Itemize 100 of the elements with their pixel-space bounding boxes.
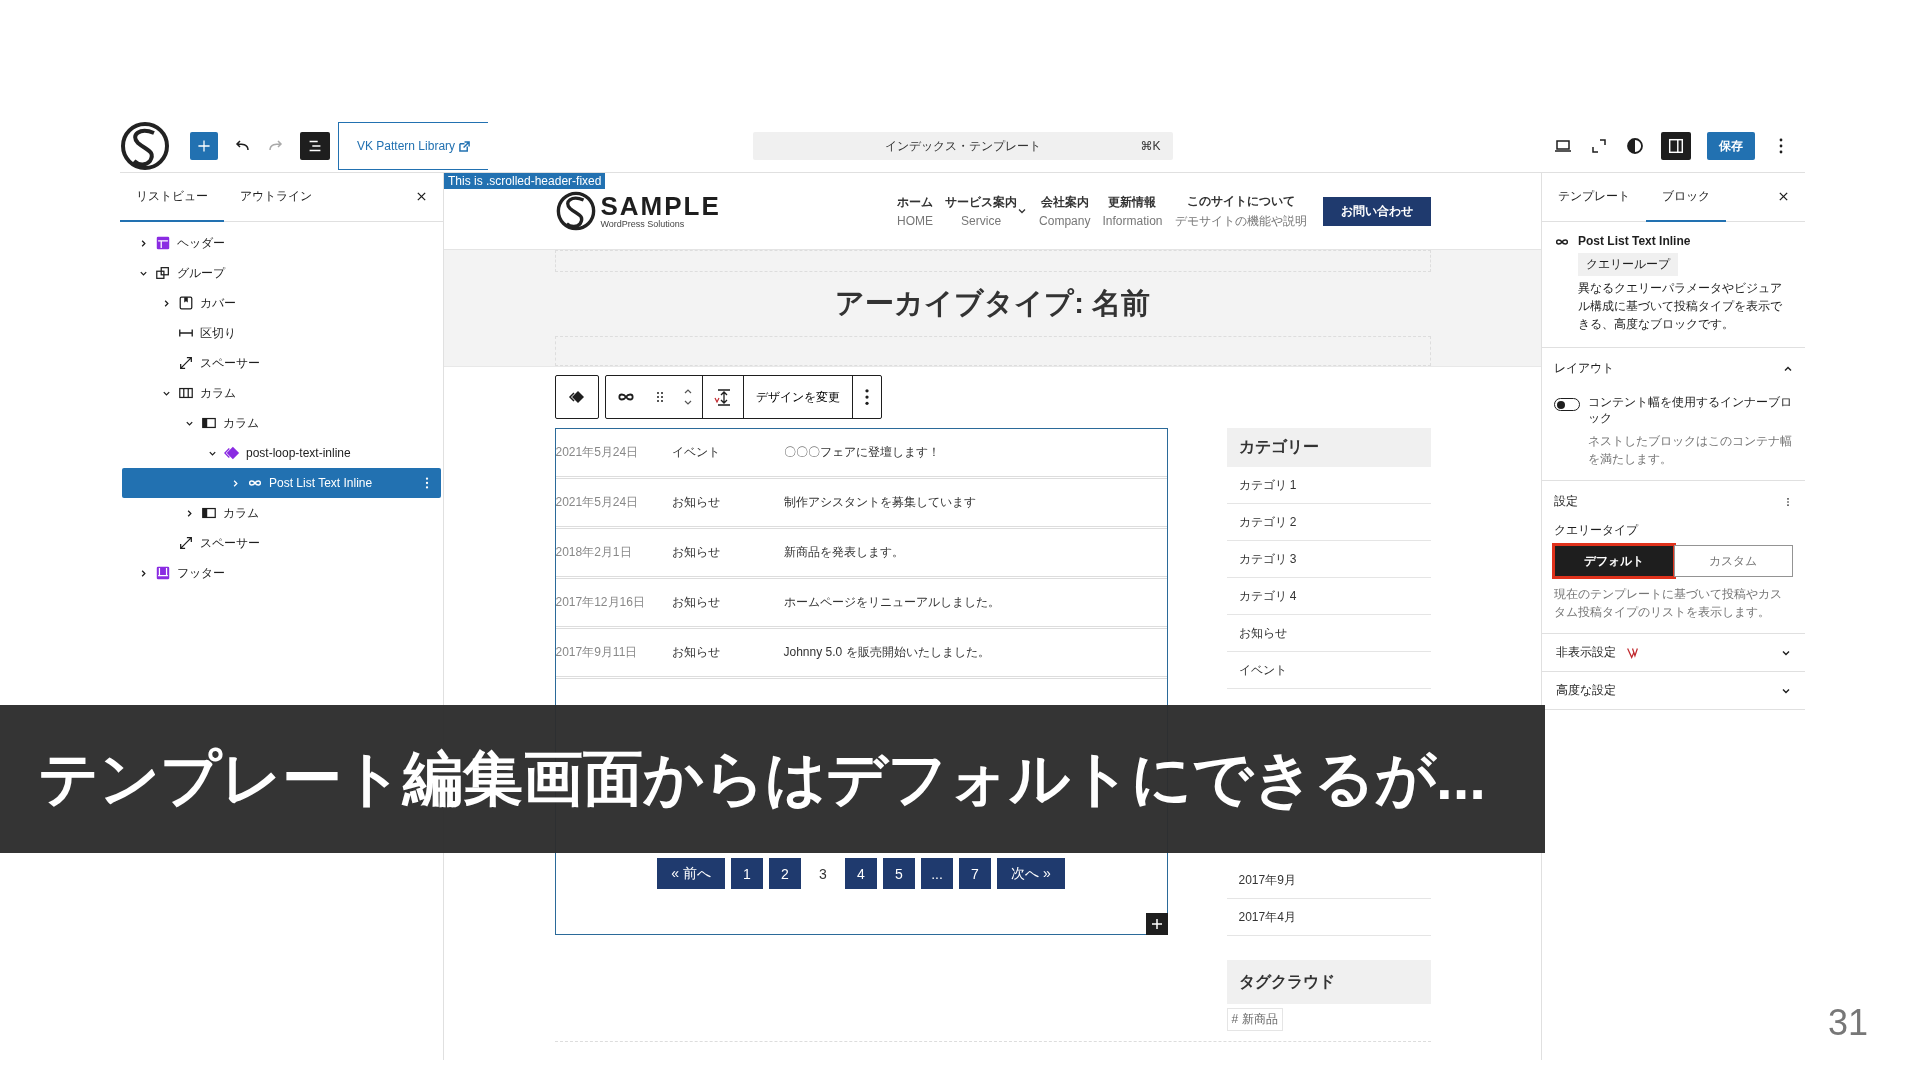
change-design-button[interactable]: デザインを変更	[743, 376, 852, 418]
pagination-link[interactable]: 1	[731, 858, 763, 889]
columns-block-icon	[178, 385, 194, 401]
panel-tab[interactable]: テンプレート	[1542, 173, 1646, 222]
post-title-link[interactable]: ホームページをリニューアルしました。	[783, 594, 1000, 611]
diamond-icon	[224, 445, 240, 461]
post-date: 2017年9月11日	[555, 644, 639, 661]
section-title[interactable]: レイアウト	[1554, 360, 1614, 377]
tree-item[interactable]: post-loop-text-inline	[122, 438, 441, 468]
chevron-icon[interactable]	[139, 568, 148, 578]
list-view-button[interactable]	[300, 132, 330, 160]
nav-link[interactable]: ホーム HOME	[897, 194, 934, 228]
cover-block-icon	[178, 295, 194, 311]
archive-title: アーカイブタイプ: 名前	[834, 286, 1151, 321]
column-block-icon	[201, 505, 217, 521]
header-block-icon	[155, 235, 171, 251]
post-category: お知らせ	[671, 594, 721, 611]
post-title-link[interactable]: 〇〇〇フェアに登壇します！	[783, 444, 940, 461]
tag-link[interactable]: # 新商品	[1226, 1008, 1283, 1031]
pattern-library-link[interactable]: VK Pattern Library	[338, 122, 489, 170]
chevron-icon[interactable]	[162, 298, 171, 308]
post-title-link[interactable]: 新商品を発表します。	[783, 544, 904, 561]
contact-button[interactable]: お問い合わせ	[1322, 196, 1431, 226]
widget-heading: タグクラウド	[1226, 960, 1431, 1004]
close-icon[interactable]	[416, 191, 427, 202]
plus-icon	[1150, 918, 1163, 930]
panel-tab[interactable]: リストビュー	[120, 173, 224, 222]
tree-item[interactable]: 区切り	[122, 318, 441, 348]
column-block-icon	[201, 415, 217, 431]
post-category: お知らせ	[671, 494, 721, 511]
nav-link[interactable]: サービス案内 Service	[945, 194, 1018, 228]
pagination-link[interactable]: 7	[959, 858, 991, 889]
move-arrows-icon[interactable]	[682, 387, 693, 407]
help-text: ネストしたブロックはこのコンテナ幅を満たします。	[1588, 433, 1793, 469]
contrast-icon[interactable]	[1625, 136, 1645, 156]
tree-item[interactable]: カラム	[122, 498, 441, 528]
nav-link[interactable]: 会社案内 Company	[1039, 194, 1091, 228]
sidebar-toggle-button[interactable]	[1661, 132, 1691, 160]
pagination-link[interactable]: 2	[769, 858, 801, 889]
chevron-down-icon[interactable]	[1017, 206, 1028, 216]
pagination-link[interactable]: 次へ »	[997, 858, 1065, 889]
tree-item[interactable]: カラム	[122, 408, 441, 438]
chevron-icon[interactable]	[185, 508, 194, 518]
pagination-link[interactable]: 5	[883, 858, 915, 889]
chevron-icon[interactable]	[139, 238, 148, 248]
block-name: Post List Text Inline	[1578, 234, 1692, 248]
pagination-link[interactable]: 4	[845, 858, 877, 889]
nav-link[interactable]: 更新情報 Information	[1102, 194, 1163, 228]
tree-item[interactable]: カラム	[122, 378, 441, 408]
tree-item[interactable]: スペーサー	[122, 348, 441, 378]
section-title[interactable]: 高度な設定	[1556, 682, 1616, 700]
category-link[interactable]: カテゴリ 1	[1226, 467, 1431, 504]
group-block-icon	[155, 265, 171, 281]
block-description: 異なるクエリーパラメータやビジュアル構成に基づいて投稿タイプを表示できる、高度なブロックです。	[1578, 280, 1783, 333]
section-title: 設定	[1554, 493, 1578, 511]
query-type-option[interactable]: カスタム	[1673, 545, 1793, 578]
section-title[interactable]: 非表示設定	[1556, 644, 1616, 662]
page-number: 31	[1827, 1002, 1868, 1044]
height-icon[interactable]	[712, 387, 733, 407]
field-label: クエリータイプ	[1554, 522, 1640, 540]
tree-item[interactable]: スペーサー	[122, 528, 441, 558]
archive-link[interactable]: 2017年4月	[1226, 899, 1431, 936]
post-date: 2018年2月1日	[555, 544, 633, 561]
save-button[interactable]: 保存	[1707, 132, 1755, 160]
pagination-link[interactable]: « 前へ	[657, 858, 725, 889]
tree-item[interactable]: グループ	[122, 258, 441, 288]
panel-tab[interactable]: アウトライン	[224, 173, 328, 222]
diamond-icon	[567, 388, 586, 406]
post-date: 2021年5月24日	[555, 494, 640, 511]
post-title-link[interactable]: 制作アシスタントを募集しています	[783, 494, 976, 511]
fullscreen-icon[interactable]	[1589, 136, 1609, 156]
spacer-block-icon	[178, 355, 194, 371]
add-block-button[interactable]	[1145, 913, 1168, 935]
tree-item[interactable]: ヘッダー	[122, 228, 441, 258]
panel-tab[interactable]: ブロック	[1646, 173, 1726, 222]
category-link[interactable]: カテゴリ 3	[1226, 541, 1431, 578]
block-type-button[interactable]	[554, 375, 599, 419]
post-category: お知らせ	[671, 644, 721, 661]
post-date: 2017年12月16日	[555, 594, 646, 611]
site-logo-text[interactable]: SAMPLE	[600, 193, 721, 219]
post-title-link[interactable]: Johnny 5.0 を販売開始いたしました。	[783, 644, 990, 661]
category-link[interactable]: カテゴリ 4	[1226, 578, 1431, 615]
category-link[interactable]: カテゴリ 2	[1226, 504, 1431, 541]
class-label: This is .scrolled-header-fixed	[444, 173, 606, 189]
category-link[interactable]: お知らせ	[1226, 615, 1431, 652]
post-date: 2021年5月24日	[555, 444, 640, 461]
help-text: 現在のテンプレートに基づいて投稿やカスタム投稿タイプのリストを表示します。	[1554, 586, 1783, 622]
nav-link[interactable]: このサイトについて デモサイトの機能や説明	[1174, 192, 1307, 230]
site-logo-icon[interactable]	[120, 121, 170, 171]
post-category: お知らせ	[671, 544, 721, 561]
archive-link[interactable]: 2017年9月	[1226, 862, 1431, 899]
site-logo-icon[interactable]	[554, 190, 597, 232]
close-icon[interactable]	[1778, 191, 1789, 202]
tree-item[interactable]: カバー	[122, 288, 441, 318]
category-link[interactable]: イベント	[1226, 652, 1431, 689]
sidebar-icon	[1667, 137, 1685, 155]
pagination-link[interactable]: ...	[921, 858, 953, 889]
command-bar[interactable]: インデックス・テンプレート ⌘K	[752, 132, 1173, 160]
tree-item[interactable]: フッター	[122, 558, 441, 588]
query-type-option[interactable]: デフォルト	[1554, 545, 1674, 578]
